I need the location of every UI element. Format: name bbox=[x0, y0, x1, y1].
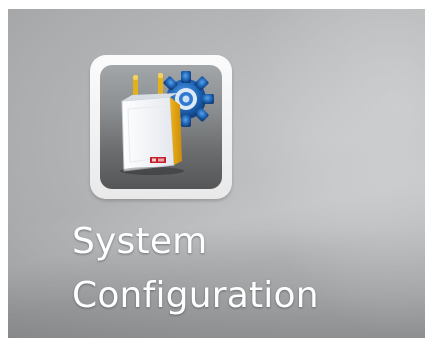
shortcut-label-line2: Configuration bbox=[72, 275, 319, 316]
shortcut-label-line1: System bbox=[72, 221, 208, 262]
system-configuration-icon bbox=[100, 65, 222, 189]
shortcut-label[interactable]: System Configuration bbox=[72, 215, 372, 323]
system-configuration-icon-tile[interactable] bbox=[90, 55, 232, 199]
router-with-gear-icon bbox=[120, 71, 214, 175]
desktop-background: System Configuration bbox=[8, 9, 425, 338]
system-configuration-shortcut[interactable]: System Configuration bbox=[72, 49, 372, 329]
